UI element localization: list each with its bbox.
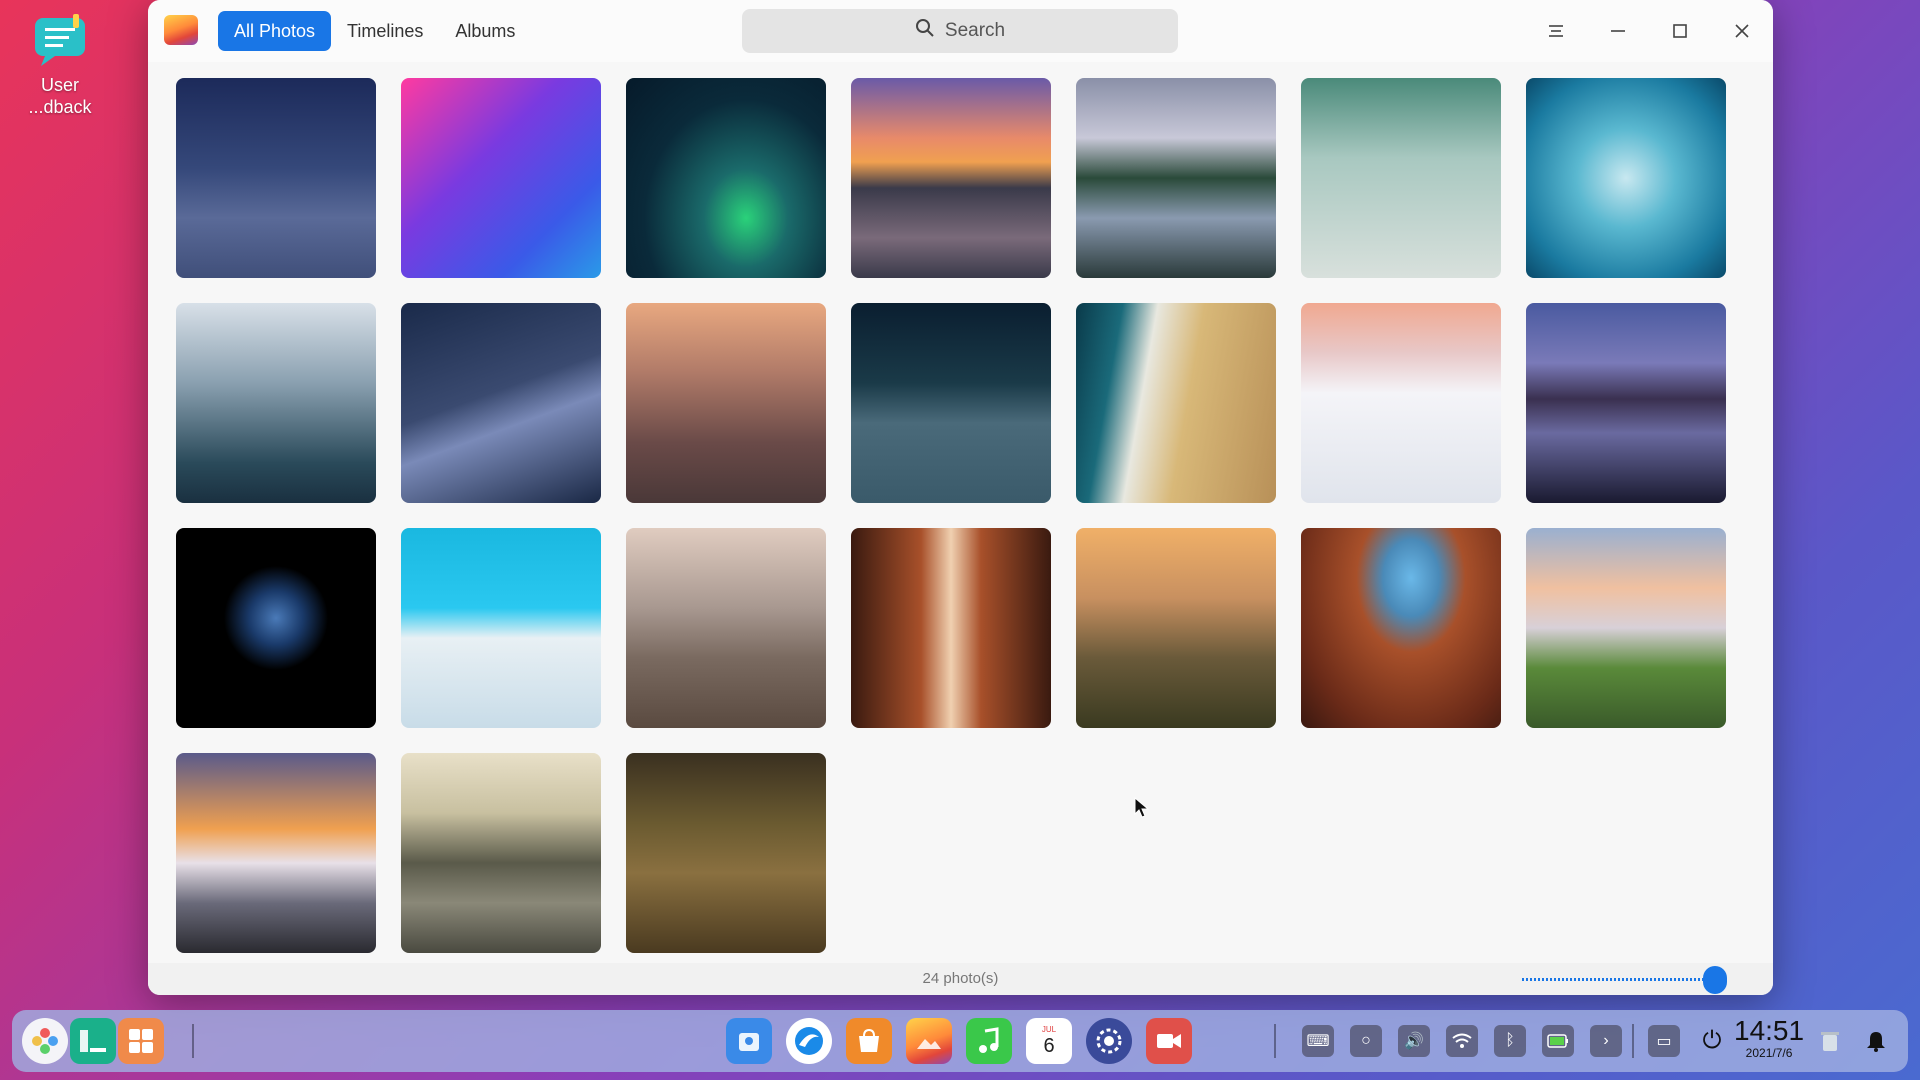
volume-icon[interactable]: 🔊 <box>1398 1025 1430 1057</box>
photo-thumbnail-aurora[interactable] <box>626 78 826 278</box>
photo-thumbnail-mountain-lake[interactable] <box>1076 78 1276 278</box>
app-store-icon[interactable] <box>846 1018 892 1064</box>
clock[interactable]: 14:51 2021/7/6 <box>1734 1015 1805 1061</box>
photos-icon[interactable] <box>906 1018 952 1064</box>
photo-thumbnail-antelope-canyon[interactable] <box>851 528 1051 728</box>
photos-window: All Photos Timelines Albums Search 24 ph… <box>148 0 1773 995</box>
photo-thumbnail-sand-dunes[interactable] <box>626 528 826 728</box>
search-icon <box>915 18 935 44</box>
photo-thumbnail-desert-dusk[interactable] <box>626 303 826 503</box>
wifi-icon[interactable] <box>1446 1025 1478 1057</box>
photo-thumbnail-dark-clouds[interactable] <box>851 303 1051 503</box>
window-controls <box>1525 0 1773 62</box>
trash-icon[interactable] <box>1814 1025 1846 1057</box>
photo-thumbnail-blue-dune[interactable] <box>401 303 601 503</box>
bluetooth-icon[interactable]: ᛒ <box>1494 1025 1526 1057</box>
desktop-icon-label-1: User <box>40 75 79 95</box>
menu-icon[interactable] <box>1525 0 1587 62</box>
photo-thumbnail-betta-fish[interactable] <box>176 528 376 728</box>
onscreen-keyboard-icon[interactable]: ▭ <box>1648 1025 1680 1057</box>
clock-date: 2021/7/6 <box>1745 1046 1793 1060</box>
music-icon[interactable] <box>966 1018 1012 1064</box>
photo-thumbnail-sand-ripples-night[interactable] <box>176 78 376 278</box>
taskbar-dock: JUL 6 ⌨ ○ 🔊 ᛒ › ▭ ⏻ 14:51 2021/7/6 <box>12 1010 1908 1072</box>
photo-thumbnail-autumn-forest[interactable] <box>626 753 826 953</box>
calendar-month: JUL <box>1041 1025 1057 1034</box>
maximize-icon[interactable] <box>1649 0 1711 62</box>
zoom-slider-handle[interactable] <box>1703 966 1727 994</box>
search-input[interactable]: Search <box>742 9 1178 53</box>
calendar-day: 6 <box>1043 1035 1055 1057</box>
photo-thumbnail-misty-forest[interactable] <box>176 303 376 503</box>
photo-thumbnail-icy-sunset[interactable] <box>176 753 376 953</box>
photo-thumbnail-green-valley[interactable] <box>1526 528 1726 728</box>
desktop-user-feedback[interactable]: User ...dback <box>18 12 102 118</box>
screen-icon[interactable]: ○ <box>1350 1025 1382 1057</box>
photo-thumbnail-sunset-coast[interactable] <box>851 78 1051 278</box>
photo-thumbnail-misty-lake[interactable] <box>401 753 601 953</box>
desktop-icon-label-2: ...dback <box>28 97 92 117</box>
view-tabs: All Photos Timelines Albums <box>218 11 531 51</box>
photo-grid <box>176 78 1726 953</box>
feedback-icon <box>31 12 89 66</box>
tab-timelines[interactable]: Timelines <box>331 11 439 51</box>
multitask-icon[interactable] <box>70 1018 116 1064</box>
keyboard-icon[interactable]: ⌨ <box>1302 1025 1334 1057</box>
album-app-icon <box>164 15 198 45</box>
file-manager-icon[interactable] <box>726 1018 772 1064</box>
power-icon[interactable]: ⏻ <box>1696 1025 1728 1057</box>
browser-icon[interactable] <box>786 1018 832 1064</box>
screen-recorder-icon[interactable] <box>1146 1018 1192 1064</box>
titlebar: All Photos Timelines Albums Search <box>148 0 1773 62</box>
photo-thumbnail-lake-reflection[interactable] <box>1526 303 1726 503</box>
tab-all-photos[interactable]: All Photos <box>218 11 332 51</box>
photo-thumbnail-waterfall-bird[interactable] <box>1301 78 1501 278</box>
status-bar: 24 photo(s) <box>148 963 1773 995</box>
clock-time: 14:51 <box>1734 1015 1805 1046</box>
mouse-cursor-icon <box>1134 796 1150 824</box>
tab-albums[interactable]: Albums <box>439 11 531 51</box>
search-placeholder: Search <box>944 20 1006 41</box>
battery-icon[interactable] <box>1542 1025 1574 1057</box>
photo-thumbnail-canyon-arch[interactable] <box>1301 528 1501 728</box>
notification-bell-icon[interactable] <box>1860 1025 1892 1057</box>
app-grid-icon[interactable] <box>118 1018 164 1064</box>
dock-separator <box>1632 1024 1634 1058</box>
photo-thumbnail-mountain-sunrise[interactable] <box>1076 528 1276 728</box>
control-center-icon[interactable] <box>1086 1018 1132 1064</box>
minimize-icon[interactable] <box>1587 0 1649 62</box>
chevron-right-icon[interactable]: › <box>1590 1025 1622 1057</box>
calendar-icon[interactable]: JUL 6 <box>1026 1018 1072 1064</box>
zoom-slider[interactable] <box>1522 966 1727 994</box>
photo-thumbnail-deepin-logo[interactable] <box>401 78 601 278</box>
photo-thumbnail-jellyfish[interactable] <box>1526 78 1726 278</box>
launcher-icon[interactable] <box>22 1018 68 1064</box>
dock-separator <box>1274 1024 1276 1058</box>
photo-thumbnail-white-pyramid[interactable] <box>401 528 601 728</box>
photo-thumbnail-beach-aerial[interactable] <box>1076 303 1276 503</box>
photo-thumbnail-snowy-peak[interactable] <box>1301 303 1501 503</box>
dock-separator <box>192 1024 194 1058</box>
close-icon[interactable] <box>1711 0 1773 62</box>
